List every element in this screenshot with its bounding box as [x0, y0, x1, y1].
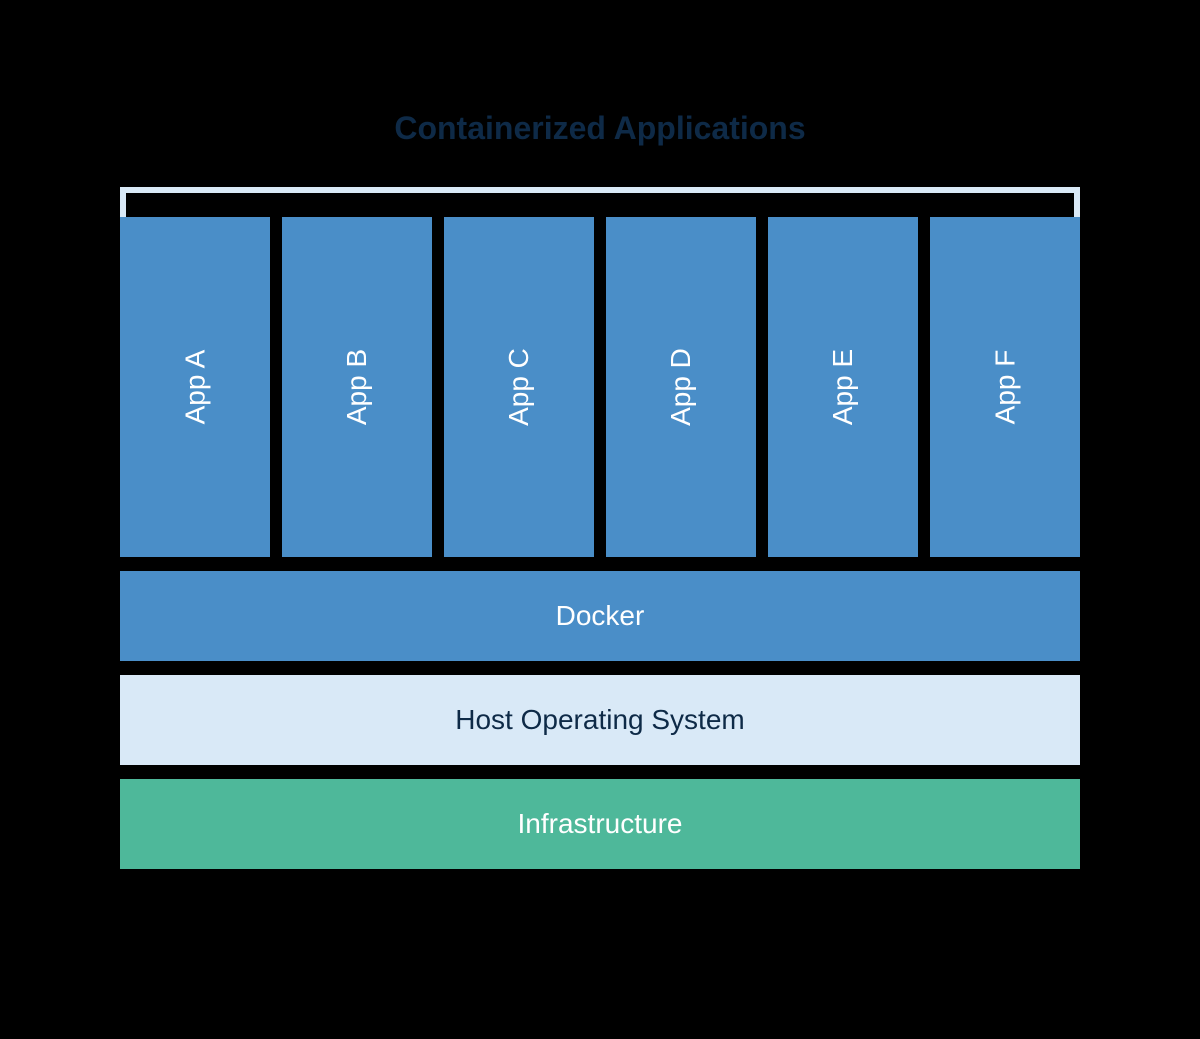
host-os-label: Host Operating System — [455, 704, 744, 736]
app-label: App C — [503, 348, 535, 426]
app-box-d: App D — [606, 217, 756, 557]
app-label: App B — [341, 349, 373, 425]
app-label: App D — [665, 348, 697, 426]
docker-label: Docker — [556, 600, 645, 632]
app-label: App A — [179, 350, 211, 425]
app-label: App F — [989, 350, 1021, 425]
app-box-e: App E — [768, 217, 918, 557]
container-architecture-diagram: Containerized Applications App A App B A… — [120, 110, 1080, 869]
app-label: App E — [827, 349, 859, 425]
diagram-title: Containerized Applications — [120, 110, 1080, 147]
apps-bracket — [120, 187, 1080, 217]
app-box-c: App C — [444, 217, 594, 557]
docker-layer: Docker — [120, 571, 1080, 661]
apps-row: App A App B App C App D App E App F — [120, 217, 1080, 557]
app-box-a: App A — [120, 217, 270, 557]
app-box-b: App B — [282, 217, 432, 557]
app-box-f: App F — [930, 217, 1080, 557]
infrastructure-label: Infrastructure — [518, 808, 683, 840]
infrastructure-layer: Infrastructure — [120, 779, 1080, 869]
host-os-layer: Host Operating System — [120, 675, 1080, 765]
